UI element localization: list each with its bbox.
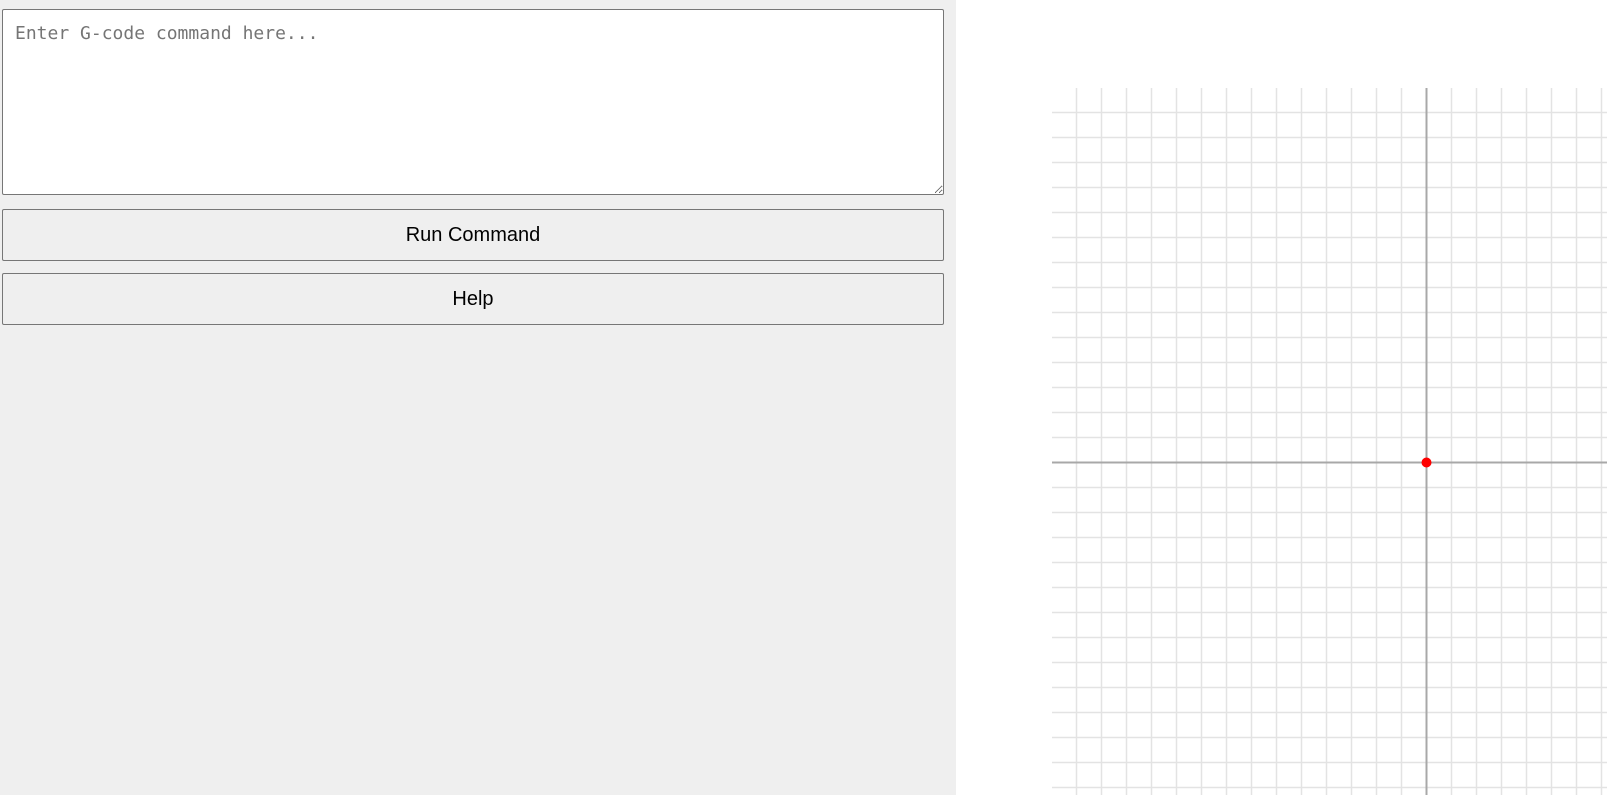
markers <box>1421 457 1432 468</box>
axes <box>1052 88 1607 795</box>
toolpath-canvas[interactable] <box>1052 88 1607 795</box>
run-command-button[interactable]: Run Command <box>2 209 944 261</box>
grid <box>1052 88 1607 795</box>
help-button[interactable]: Help <box>2 273 944 325</box>
command-panel: Run Command Help <box>0 0 956 795</box>
tool-position-marker <box>1421 457 1432 468</box>
gcode-app: Run Command Help <box>0 0 1607 795</box>
gcode-command-input[interactable] <box>2 9 944 195</box>
